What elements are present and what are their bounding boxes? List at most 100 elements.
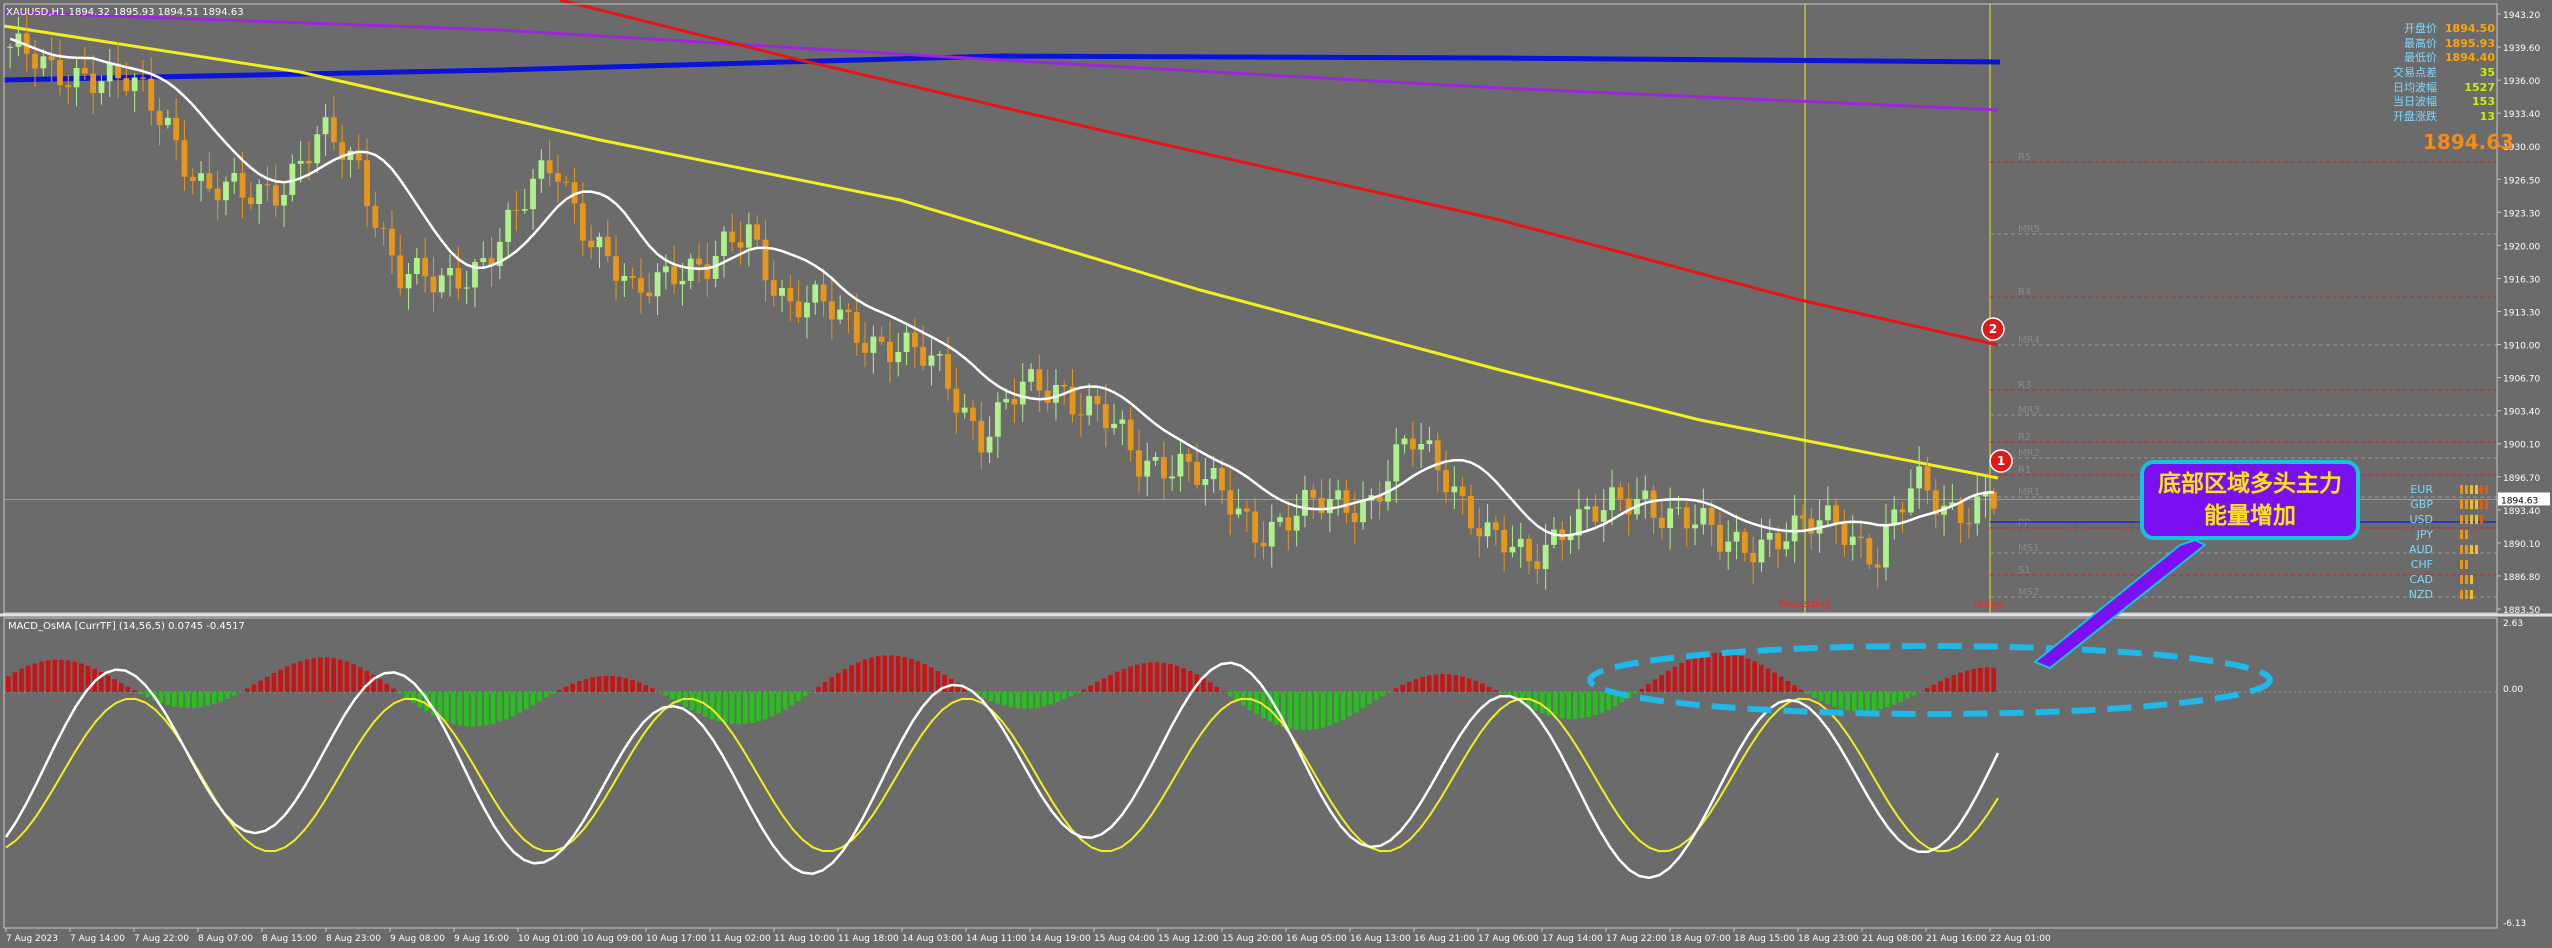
strength-bar (2460, 485, 2463, 494)
time-axis-label: 15 Aug 04:00 (1094, 934, 1155, 944)
candle-body (1427, 440, 1433, 444)
candle-body (1925, 466, 1931, 490)
macd-hist-bar (756, 692, 761, 721)
macd-hist-bar (637, 682, 642, 692)
macd-hist-bar (272, 673, 277, 692)
candle-body (746, 224, 752, 247)
macd-hist-bar (345, 662, 350, 692)
macd-hist-bar (876, 656, 881, 692)
candle-body (323, 117, 329, 134)
candle-body (1584, 506, 1590, 509)
time-axis-label: 21 Aug 16:00 (1926, 934, 1987, 944)
macd-hist-bar (1347, 692, 1352, 716)
price-axis-label: 1900.10 (2503, 441, 2540, 451)
macd-hist-bar (989, 692, 994, 701)
macd-hist-bar (783, 692, 788, 710)
candle-body (787, 288, 793, 302)
time-axis-label: 7 Aug 2023 (6, 934, 58, 944)
candle-body (99, 81, 105, 93)
candle-body (563, 182, 569, 183)
pivot-label: R3 (2018, 380, 2031, 391)
candle-body (638, 278, 644, 293)
strength-bar (2460, 590, 2463, 599)
currency-label: CHF (2411, 558, 2433, 571)
price-axis-label: 1896.70 (2503, 474, 2540, 484)
macd-hist-bar (1294, 692, 1299, 730)
macd-hist-bar (1945, 678, 1950, 692)
macd-hist-bar (1135, 665, 1140, 692)
svg-text:2: 2 (1989, 322, 1997, 336)
macd-hist-bar (132, 690, 137, 692)
candle-body (1202, 479, 1208, 485)
candle-body (1028, 369, 1034, 382)
candle-body (1808, 518, 1814, 533)
macd-hist-bar (1971, 669, 1976, 692)
candle-body (1783, 541, 1789, 549)
macd-hist-bar (1427, 675, 1432, 692)
macd-hist-bar (205, 692, 210, 706)
macd-hist-bar (902, 657, 907, 692)
candle-body (821, 285, 827, 302)
candle-body (464, 287, 470, 288)
candle-body (1393, 444, 1399, 481)
macd-hist-bar (610, 676, 615, 692)
macd-hist-bar (1719, 653, 1724, 692)
info-label: 日均波幅 (2393, 81, 2437, 94)
macd-hist-bar (172, 692, 177, 707)
macd-hist-bar (624, 678, 629, 692)
macd-hist-bar (252, 684, 257, 692)
candle-body (688, 259, 694, 281)
candle-body (1717, 525, 1723, 552)
strength-bar (2465, 500, 2468, 509)
macd-hist-bar (1845, 692, 1850, 710)
candle-body (721, 232, 727, 256)
macd-hist-bar (1480, 684, 1485, 692)
macd-hist-bar (1467, 678, 1472, 692)
macd-hist-bar (1188, 671, 1193, 692)
macd-hist-bar (1334, 692, 1339, 723)
macd-hist-bar (803, 692, 808, 696)
symbol-info-text: XAUUSD,H1 1894.32 1895.93 1894.51 1894.6… (6, 7, 244, 18)
macd-hist-bar (1414, 679, 1419, 692)
strength-bar (2475, 485, 2478, 494)
svg-text:1: 1 (1997, 454, 2005, 468)
macd-hist-bar (199, 692, 204, 707)
macd-hist-bar (358, 667, 363, 692)
macd-hist-bar (451, 692, 456, 724)
candle-body (920, 347, 926, 366)
candle-body (779, 288, 785, 296)
macd-hist-bar (670, 692, 675, 699)
candle-body (439, 275, 445, 292)
macd-hist-bar (1732, 654, 1737, 692)
macd-hist-bar (1779, 677, 1784, 692)
macd-hist-bar (66, 660, 71, 692)
macd-hist-bar (119, 683, 124, 692)
info-label: 开盘涨跌 (2393, 109, 2437, 123)
macd-hist-bar (1852, 692, 1857, 711)
candle-body (879, 337, 885, 342)
macd-hist-bar (1108, 675, 1113, 692)
candle-body (680, 281, 686, 284)
candle-body (1850, 537, 1856, 545)
macd-hist-bar (1321, 692, 1326, 728)
candle-body (1958, 502, 1964, 523)
macd-hist-bar (497, 692, 502, 722)
candle-body (298, 161, 304, 164)
candle-body (597, 237, 603, 247)
macd-hist-bar (278, 669, 283, 692)
price-axis-label: 1920.00 (2503, 242, 2540, 252)
macd-hist-bar (26, 666, 31, 692)
candle-body (953, 389, 959, 413)
pivot-label: R5 (2018, 152, 2031, 163)
macd-hist-bar (1832, 692, 1837, 707)
candle-body (763, 240, 769, 281)
candle-body (49, 56, 55, 60)
time-axis-label: 8 Aug 07:00 (198, 934, 253, 944)
macd-hist-bar (1965, 671, 1970, 692)
macd-hist-bar (1739, 656, 1744, 692)
macd-hist-bar (995, 692, 1000, 704)
candle-body (771, 280, 777, 296)
macd-hist-bar (544, 692, 549, 698)
macd-hist-bar (232, 692, 237, 696)
macd-hist-bar (1932, 685, 1937, 692)
